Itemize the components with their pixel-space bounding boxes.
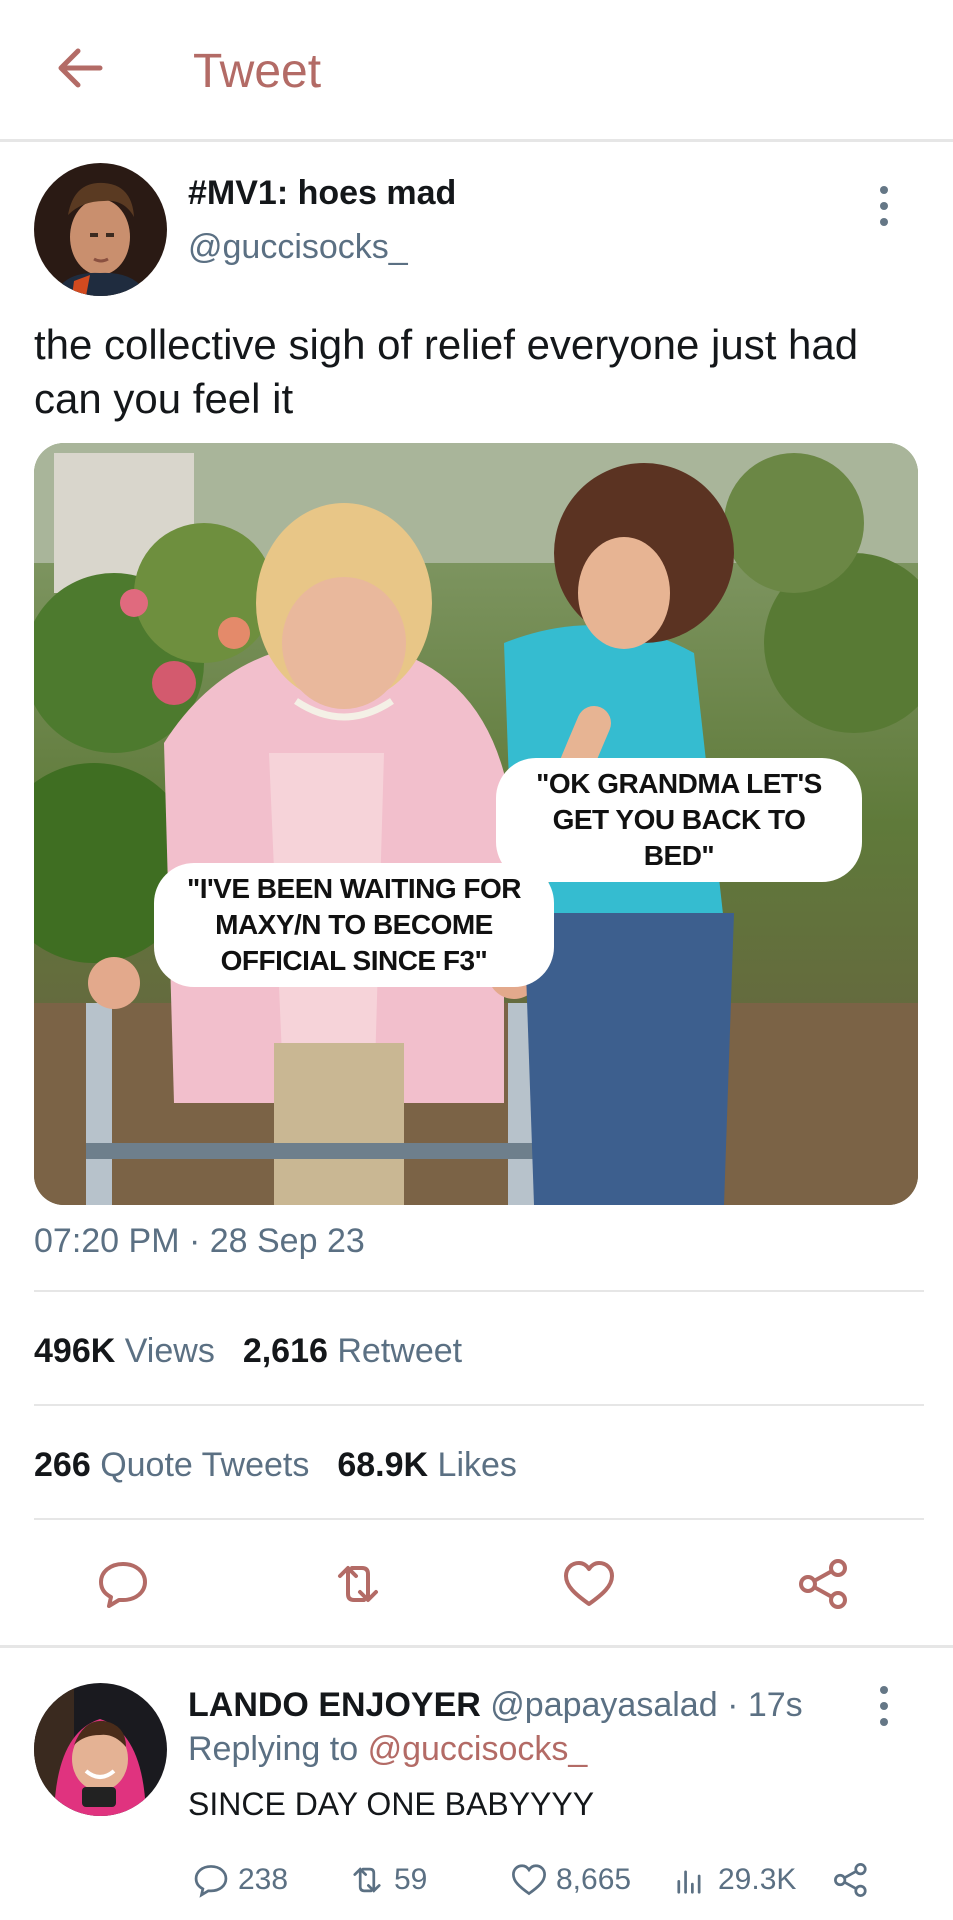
- reply-likes-metric[interactable]: 8,665: [510, 1858, 631, 1902]
- replying-to-mention[interactable]: @guccisocks_: [368, 1730, 588, 1768]
- like-icon[interactable]: [561, 1556, 617, 1612]
- author-handle[interactable]: @guccisocks_: [188, 228, 408, 267]
- arrow-left-icon[interactable]: [52, 40, 108, 96]
- tweet-timestamp: 07:20 PM · 28 Sep 23: [34, 1222, 365, 1260]
- author-display-name[interactable]: #MV1: hoes mad: [188, 174, 456, 213]
- retweet-icon: [353, 1867, 381, 1893]
- reply-replies-metric[interactable]: 238: [192, 1858, 288, 1902]
- reply-icon[interactable]: [95, 1556, 151, 1612]
- share-icon[interactable]: [796, 1556, 852, 1612]
- reply-display-name[interactable]: LANDO ENJOYER: [188, 1686, 481, 1724]
- author-avatar[interactable]: [34, 163, 167, 296]
- more-options-icon[interactable]: [864, 176, 904, 236]
- views-stat[interactable]: 496K Views: [34, 1332, 215, 1370]
- divider: [34, 1404, 924, 1406]
- meme-caption-grandma: "I'VE BEEN WAITING FOR MAXY/N TO BECOME …: [154, 863, 554, 987]
- reply-author-avatar[interactable]: [34, 1683, 167, 1816]
- meme-caption-girl: "OK GRANDMA LET'S GET YOU BACK TO BED": [496, 758, 862, 882]
- retweets-stat[interactable]: 2,616 Retweet: [243, 1332, 462, 1370]
- likes-stat[interactable]: 68.9K Likes: [337, 1446, 517, 1484]
- divider: [34, 1290, 924, 1292]
- share-icon: [834, 1863, 867, 1897]
- stats-row-quotes-likes: 266 Quote Tweets 68.9K Likes: [34, 1446, 517, 1485]
- page-title: Tweet: [193, 45, 322, 98]
- like-icon: [512, 1864, 546, 1896]
- reply-header: LANDO ENJOYER @papayasalad · 17s: [188, 1686, 803, 1725]
- views-icon: [677, 1870, 701, 1894]
- reply-text: SINCE DAY ONE BABYYYY: [188, 1786, 595, 1822]
- section-divider: [0, 1645, 953, 1648]
- reply-handle-time[interactable]: @papayasalad · 17s: [490, 1686, 802, 1724]
- reply-icon: [194, 1865, 228, 1898]
- quote-tweets-stat[interactable]: 266 Quote Tweets: [34, 1446, 309, 1484]
- top-app-bar: Tweet: [0, 0, 953, 142]
- reply-retweets-metric[interactable]: 59: [348, 1858, 427, 1902]
- stats-row-views-retweets: 496K Views 2,616 Retweet: [34, 1332, 462, 1371]
- reply-views-metric[interactable]: 29.3K: [672, 1858, 796, 1902]
- reply-more-options-icon[interactable]: [864, 1676, 904, 1736]
- replying-to: Replying to @guccisocks_: [188, 1730, 588, 1768]
- tweet-text: the collective sigh of relief everyone j…: [34, 321, 859, 422]
- divider: [34, 1518, 924, 1520]
- retweet-icon[interactable]: [330, 1556, 386, 1612]
- reply-share-metric[interactable]: [832, 1858, 870, 1902]
- tweet-media-image[interactable]: "I'VE BEEN WAITING FOR MAXY/N TO BECOME …: [34, 443, 918, 1205]
